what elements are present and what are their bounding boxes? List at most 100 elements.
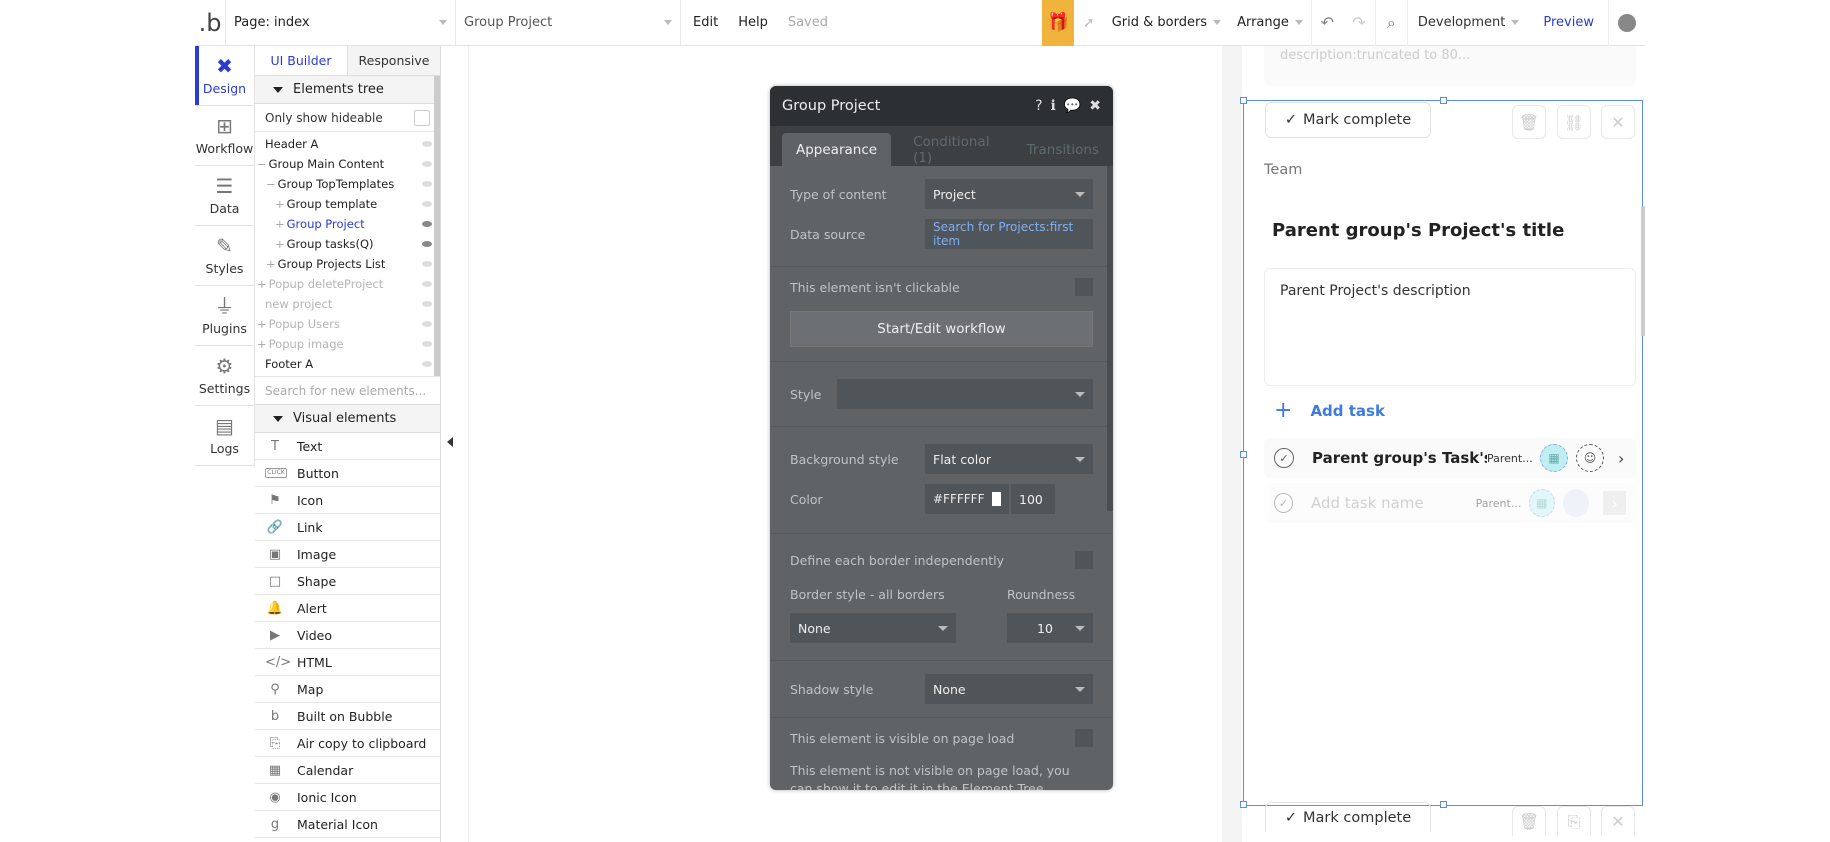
eye-icon[interactable] [422, 241, 432, 247]
panel-scrollbar[interactable] [434, 76, 440, 376]
tree-item[interactable]: Footer A [255, 354, 440, 374]
redo-icon[interactable]: ↷ [1343, 0, 1375, 46]
chevron-right-icon[interactable]: › [1618, 449, 1624, 468]
assignee-icon[interactable] [1563, 489, 1590, 517]
preview-scrollbar[interactable] [1641, 206, 1645, 336]
tree-item[interactable]: − Group Main Content [255, 154, 440, 174]
type-of-content-select[interactable]: Project [925, 179, 1093, 209]
expand-icon[interactable]: + [275, 197, 285, 211]
eye-icon[interactable] [422, 281, 432, 287]
rail-item-workflow[interactable]: ⊞ Workflow [195, 106, 254, 166]
visual-element-item[interactable]: b Built on Bubble [255, 703, 440, 730]
account-avatar[interactable] [1609, 13, 1645, 32]
tree-item[interactable]: + Popup image [255, 334, 440, 354]
resize-handle[interactable] [1440, 801, 1447, 808]
resize-handle[interactable] [1240, 801, 1247, 808]
calendar-icon[interactable]: ▦ [1540, 444, 1568, 472]
visual-element-item[interactable]: ⚲ Map [255, 676, 440, 703]
eye-icon[interactable] [422, 201, 432, 207]
edit-menu[interactable]: Edit [693, 15, 718, 30]
element-search-input[interactable]: Search for new elements... [255, 377, 440, 405]
resize-handle[interactable] [1240, 97, 1247, 104]
arrange-dropdown[interactable]: Arrange [1229, 15, 1311, 30]
visual-element-item[interactable]: ▶ Video [255, 622, 440, 649]
rail-item-plugins[interactable]: ⏚ Plugins [195, 286, 254, 346]
eye-icon[interactable] [422, 341, 432, 347]
resize-handle[interactable] [1240, 451, 1247, 458]
visual-element-item[interactable]: ▦ Calendar [255, 757, 440, 784]
eye-icon[interactable] [422, 221, 432, 227]
assignee-icon[interactable]: ☺ [1576, 444, 1604, 472]
style-select[interactable] [837, 379, 1093, 409]
background-style-select[interactable]: Flat color [925, 444, 1093, 474]
expand-icon[interactable]: + [275, 217, 285, 231]
visual-element-item[interactable]: □ Shape [255, 568, 440, 595]
tree-item[interactable]: + Popup deleteProject [255, 274, 440, 294]
project-description-box[interactable]: Parent Project's description [1264, 268, 1636, 386]
info-icon[interactable]: ℹ [1051, 98, 1056, 114]
tree-item[interactable]: + Group Project [255, 214, 440, 234]
visual-element-item[interactable]: 🔔 Alert [255, 595, 440, 622]
collapse-icon[interactable]: − [257, 157, 267, 171]
mark-complete-button[interactable]: ✓ Mark complete [1265, 102, 1431, 138]
eye-icon[interactable] [422, 361, 432, 367]
resize-handle[interactable] [1440, 97, 1447, 104]
visual-elements-header[interactable]: Visual elements [255, 405, 440, 433]
delete-button[interactable]: 🗑 [1512, 105, 1546, 139]
check-circle-icon[interactable]: ✓ [1274, 448, 1294, 468]
attach-button[interactable]: ⎘ [1557, 806, 1591, 836]
element-select[interactable]: Group Project [455, 0, 680, 46]
property-editor-header[interactable]: Group Project ? ℹ 💬 ✖ [770, 86, 1113, 126]
collapse-panel-icon[interactable] [447, 437, 453, 447]
tree-item[interactable]: + Group template [255, 194, 440, 214]
tree-item[interactable]: + Group tasks(Q) [255, 234, 440, 254]
tab-responsive[interactable]: Responsive [347, 46, 440, 75]
opacity-input[interactable]: 100 [1011, 484, 1055, 514]
tab-ui-builder[interactable]: UI Builder [255, 46, 347, 75]
expand-icon[interactable]: + [257, 337, 267, 351]
visual-element-item[interactable]: </> HTML [255, 649, 440, 676]
only-hideable-checkbox[interactable] [414, 109, 430, 126]
search-icon[interactable]: ⌕ [1374, 0, 1407, 46]
color-input[interactable]: #FFFFFF [925, 484, 1009, 514]
tab-transitions[interactable]: Transitions [1013, 133, 1113, 166]
rail-item-styles[interactable]: ✎ Styles [195, 226, 254, 286]
close-icon[interactable]: ✖ [1089, 98, 1101, 114]
expand-icon[interactable]: + [257, 317, 267, 331]
elements-tree-header[interactable]: Elements tree [255, 76, 440, 104]
visual-element-item[interactable]: CLICK Button [255, 460, 440, 487]
preview-button[interactable]: Preview [1529, 0, 1609, 46]
visual-element-item[interactable]: ⎘ Air copy to clipboard [255, 730, 440, 757]
link-button[interactable]: ⛓ [1557, 105, 1591, 139]
task-row[interactable]: ✓ Add task name Parent... ▦ › [1264, 483, 1636, 523]
help-menu[interactable]: Help [738, 15, 768, 30]
close-button[interactable]: ✕ [1601, 105, 1635, 139]
visual-element-item[interactable]: ▣ Image [255, 541, 440, 568]
expand-icon[interactable]: + [266, 257, 276, 271]
undo-icon[interactable]: ↶ [1310, 0, 1343, 46]
tab-conditional[interactable]: Conditional (1) [899, 133, 1005, 166]
tree-item[interactable]: + Group Projects List [255, 254, 440, 274]
property-editor-scrollbar[interactable] [1107, 166, 1113, 511]
page-select[interactable]: Page: index [225, 0, 455, 46]
bubble-logo[interactable]: .b [195, 0, 225, 46]
expand-icon[interactable]: + [257, 277, 267, 291]
border-style-select[interactable]: None [790, 613, 956, 643]
roundness-input[interactable]: 10 [1007, 613, 1093, 643]
visual-element-item[interactable]: 🔗 Link [255, 514, 440, 541]
close-button[interactable]: ✕ [1601, 806, 1635, 836]
eye-icon[interactable] [422, 181, 432, 187]
rail-item-settings[interactable]: ⚙ Settings [195, 346, 254, 406]
eye-icon[interactable] [422, 301, 432, 307]
calendar-icon[interactable]: ▦ [1528, 489, 1556, 517]
visual-element-item[interactable]: ◉ Ionic Icon [255, 784, 440, 811]
eye-icon[interactable] [422, 321, 432, 327]
mark-complete-button[interactable]: ✓ Mark complete [1265, 802, 1431, 832]
eye-icon[interactable] [422, 141, 432, 147]
define-borders-checkbox[interactable] [1075, 551, 1093, 569]
shadow-style-select[interactable]: None [925, 674, 1093, 704]
comment-icon[interactable]: 💬 [1064, 98, 1081, 114]
task-name-input[interactable]: Add task name [1311, 494, 1476, 512]
visual-element-item[interactable]: T Text [255, 433, 440, 460]
rail-item-design[interactable]: ✖ Design [195, 46, 254, 106]
